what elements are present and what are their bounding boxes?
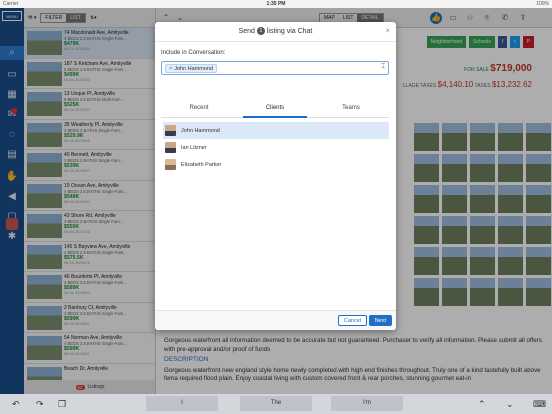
suggestion-1[interactable]: I [146,396,218,411]
client-item[interactable]: John Hammond [163,122,389,139]
carrier-label: Carrier [3,1,19,7]
dialog-title-post: listing via Chat [266,28,313,35]
clock: 1:35 PM [266,1,286,7]
send-listing-dialog: Send 1 listing via Chat × Include in Con… [155,22,396,330]
client-item[interactable]: Ian Litzner [163,139,389,156]
tab-teams[interactable]: Teams [313,102,389,117]
recipients-field[interactable]: × John Hammond ⌶ [161,61,389,75]
dialog-title: Send 1 listing via Chat [155,22,396,42]
listing-count-badge: 1 [256,27,265,36]
client-name: John Hammond [181,127,220,134]
cancel-button[interactable]: Cancel [337,315,367,326]
client-name: Elizabeth Parker [181,161,222,168]
keyboard-shortcut-bar: ↶ ↷ ❐ I The I'm ⌃ ⌄ ⌨ [0,394,552,414]
hide-keyboard-icon[interactable]: ⌨ [533,399,546,410]
avatar [165,125,176,136]
remove-recipient-icon[interactable]: × [169,66,172,72]
dialog-title-pre: Send [238,28,255,35]
paste-icon[interactable]: ❐ [58,399,66,410]
next-button[interactable]: Next [368,315,392,326]
client-list: John Hammond Ian Litzner Elizabeth Parke… [163,122,389,173]
recipient-chip-label: John Hammond [174,66,214,72]
avatar [165,142,176,153]
recipient-tabs: Recent Clients Teams [161,102,389,118]
close-icon[interactable]: × [385,26,390,35]
chevron-down-icon[interactable]: ⌄ [506,399,514,410]
status-bar: Carrier 1:35 PM 100% [0,0,552,8]
chevron-up-icon[interactable]: ⌃ [478,399,486,410]
tab-recent[interactable]: Recent [161,102,237,117]
suggestion-3[interactable]: I'm [331,396,403,411]
recipient-chip: × John Hammond [165,64,218,73]
client-item[interactable]: Elizabeth Parker [163,156,389,173]
dialog-footer: Cancel Next [155,310,396,330]
undo-icon[interactable]: ↶ [12,399,20,410]
include-label: Include in Conversation: [161,50,226,56]
client-name: Ian Litzner [181,144,207,151]
avatar [165,159,176,170]
suggestion-2[interactable]: The [240,396,312,411]
battery-level: 100% [536,1,549,7]
text-caret-icon: ⌶ [381,64,385,70]
redo-icon[interactable]: ↷ [36,399,44,410]
tab-clients[interactable]: Clients [237,102,313,118]
